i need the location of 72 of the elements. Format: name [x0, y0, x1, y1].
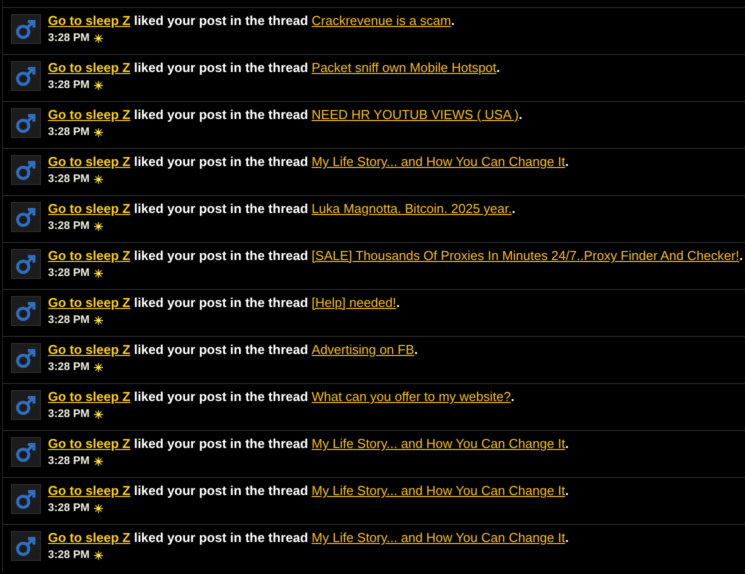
avatar-icon[interactable] — [11, 343, 41, 373]
timestamp: 3:28 PM — [48, 267, 90, 279]
notification-text: Go to sleep Z liked your post in the thread [SALE] Thousands Of Proxies In Minutes 24/7..Proxy Finder And Checker!. — [48, 248, 743, 263]
sun-icon — [94, 268, 103, 278]
timestamp: 3:28 PM — [48, 455, 90, 467]
username-link[interactable]: Go to sleep Z — [48, 389, 130, 404]
username-link[interactable]: Go to sleep Z — [48, 342, 130, 357]
sun-icon — [94, 174, 103, 184]
thread-link[interactable]: My Life Story... and How You Can Change It — [312, 483, 566, 498]
thread-link[interactable]: My Life Story... and How You Can Change It — [312, 154, 566, 169]
timestamp: 3:28 PM — [48, 314, 90, 326]
avatar-icon[interactable] — [11, 296, 41, 326]
notification-text: Go to sleep Z liked your post in the thread Advertising on FB. — [48, 342, 418, 357]
avatar-icon[interactable] — [11, 14, 41, 44]
avatar-icon[interactable] — [11, 61, 41, 91]
username-link[interactable]: Go to sleep Z — [48, 201, 130, 216]
timestamp: 3:28 PM — [48, 408, 90, 420]
timestamp: 3:28 PM — [48, 126, 90, 138]
username-link[interactable]: Go to sleep Z — [48, 107, 130, 122]
username-link[interactable]: Go to sleep Z — [48, 530, 130, 545]
sun-icon — [94, 80, 103, 90]
sun-icon — [94, 550, 103, 560]
sun-icon — [94, 222, 103, 230]
sun-icon — [94, 362, 103, 372]
avatar-icon[interactable] — [11, 202, 41, 232]
username-link[interactable]: Go to sleep Z — [48, 248, 130, 263]
notification-text: Go to sleep Z liked your post in the thread Packet sniff own Mobile Hotspot. — [48, 60, 500, 75]
thread-link[interactable]: Advertising on FB — [312, 342, 414, 357]
notification-text: Go to sleep Z liked your post in the thread My Life Story... and How You Can Change It. — [48, 530, 569, 545]
avatar-icon[interactable] — [11, 249, 41, 279]
timestamp: 3:28 PM — [48, 173, 90, 185]
thread-link[interactable]: NEED HR YOUTUB VIEWS ( USA ) — [312, 107, 519, 122]
thread-link[interactable]: What can you offer to my website? — [312, 389, 511, 404]
avatar-icon[interactable] — [11, 390, 41, 420]
avatar-icon[interactable] — [11, 437, 41, 467]
avatar-icon[interactable] — [11, 484, 41, 514]
thread-link[interactable]: Luka Magnotta. Bitcoin. 2025 year. — [312, 201, 512, 216]
avatar-icon[interactable] — [11, 531, 41, 561]
thread-link[interactable]: Crackrevenue is a scam — [312, 13, 452, 28]
notification-text: Go to sleep Z liked your post in the thread My Life Story... and How You Can Change It. — [48, 436, 569, 451]
notification-text: Go to sleep Z liked your post in the thread Luka Magnotta. Bitcoin. 2025 year.. — [48, 201, 516, 216]
notification-text: Go to sleep Z liked your post in the thread NEED HR YOUTUB VIEWS ( USA ). — [48, 107, 522, 122]
timestamp: 3:28 PM — [48, 361, 90, 373]
timestamp: 3:28 PM — [48, 79, 90, 91]
sun-icon — [94, 128, 103, 136]
thread-link[interactable]: Packet sniff own Mobile Hotspot — [312, 60, 496, 75]
username-link[interactable]: Go to sleep Z — [48, 13, 130, 28]
sun-icon — [94, 316, 103, 324]
notification-text: Go to sleep Z liked your post in the thread My Life Story... and How You Can Change It. — [48, 483, 569, 498]
username-link[interactable]: Go to sleep Z — [48, 295, 130, 310]
timestamp: 3:28 PM — [48, 549, 90, 561]
timestamp: 3:28 PM — [48, 32, 90, 44]
username-link[interactable]: Go to sleep Z — [48, 436, 130, 451]
thread-link[interactable]: My Life Story... and How You Can Change It — [312, 530, 566, 545]
username-link[interactable]: Go to sleep Z — [48, 154, 130, 169]
sun-icon — [94, 504, 103, 512]
notification-text: Go to sleep Z liked your post in the thread Crackrevenue is a scam. — [48, 13, 455, 28]
username-link[interactable]: Go to sleep Z — [48, 60, 130, 75]
notification-text: Go to sleep Z liked your post in the thread My Life Story... and How You Can Change It. — [48, 154, 569, 169]
sun-icon — [94, 456, 103, 466]
thread-link[interactable]: My Life Story... and How You Can Change It — [312, 436, 566, 451]
avatar-icon[interactable] — [11, 108, 41, 138]
notification-text: Go to sleep Z liked your post in the thread What can you offer to my website?. — [48, 389, 514, 404]
sun-icon — [94, 410, 103, 418]
thread-link[interactable]: [Help] needed! — [312, 295, 396, 310]
thread-link[interactable]: [SALE] Thousands Of Proxies In Minutes 24/7..Proxy Finder And Checker! — [312, 248, 740, 263]
sun-icon — [94, 34, 103, 42]
avatar-icon[interactable] — [11, 155, 41, 185]
notification-text: Go to sleep Z liked your post in the thread [Help] needed!. — [48, 295, 400, 310]
username-link[interactable]: Go to sleep Z — [48, 483, 130, 498]
timestamp: 3:28 PM — [48, 220, 90, 232]
timestamp: 3:28 PM — [48, 502, 90, 514]
